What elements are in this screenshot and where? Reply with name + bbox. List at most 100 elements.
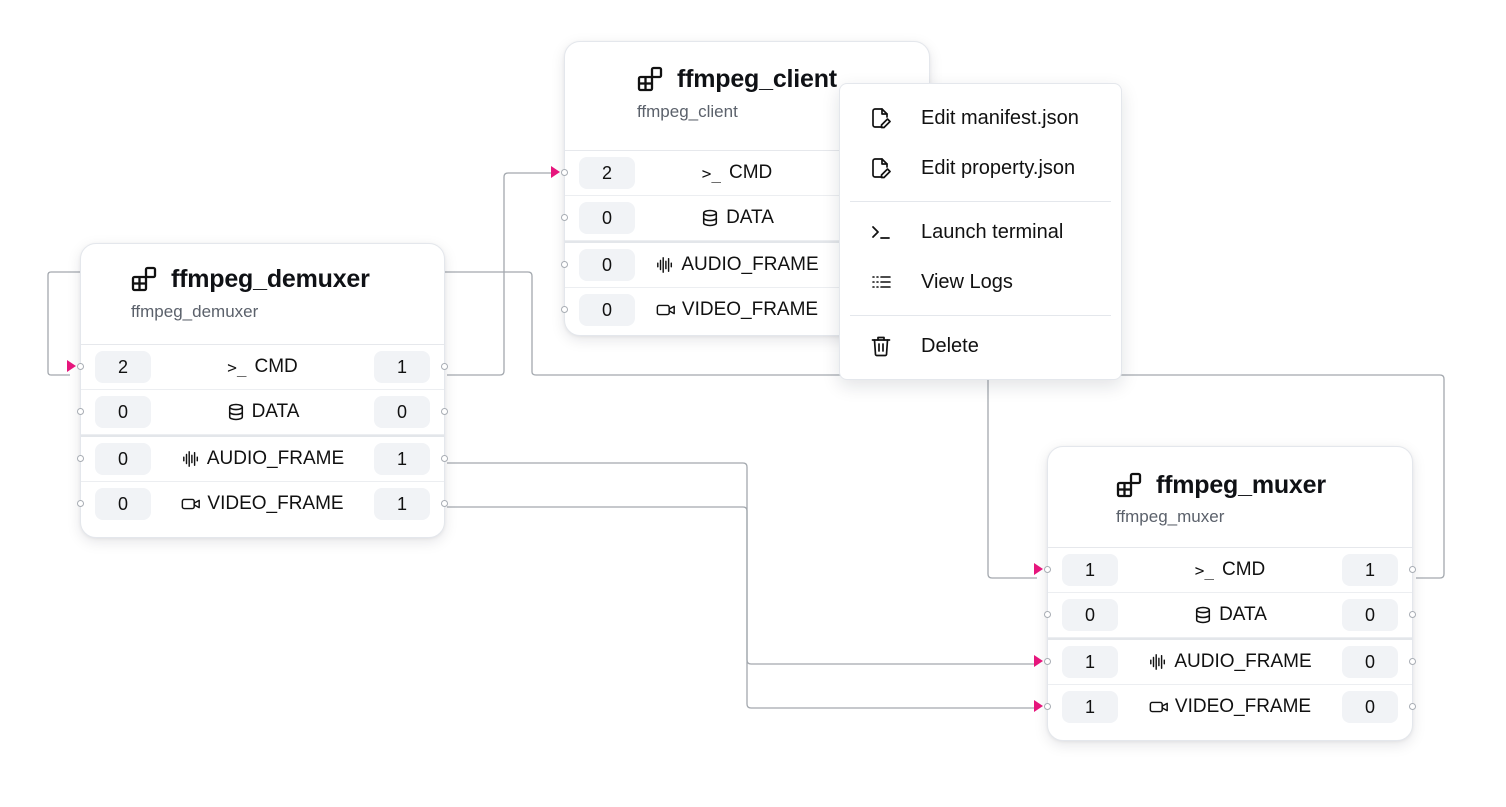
- incoming-arrow: [1034, 563, 1043, 575]
- menu-item-label: Delete: [921, 334, 979, 357]
- input-count: 0: [95, 488, 151, 520]
- incoming-arrow: [1034, 700, 1043, 712]
- extension-icon: [1116, 472, 1142, 498]
- video-camera-icon: [1149, 701, 1168, 713]
- output-port[interactable]: [441, 500, 448, 507]
- row-label: AUDIO_FRAME: [1174, 651, 1312, 672]
- menu-item-label: View Logs: [921, 270, 1013, 293]
- incoming-arrow: [551, 166, 560, 178]
- node-ffmpeg-demuxer[interactable]: ffmpeg_demuxer ffmpeg_demuxer 2 >_ CMD 1…: [67, 243, 448, 538]
- node-title: ffmpeg_demuxer: [171, 264, 370, 293]
- input-port[interactable]: [561, 214, 568, 221]
- output-count: 1: [1342, 554, 1398, 586]
- output-count: 0: [1342, 691, 1398, 723]
- trash-icon: [870, 335, 892, 357]
- input-count: 2: [95, 351, 151, 383]
- edge-demuxer-video-to-muxer-video: [447, 506, 1037, 709]
- incoming-arrow: [67, 360, 76, 372]
- input-count: 0: [95, 396, 151, 428]
- row-label: VIDEO_FRAME: [1174, 696, 1312, 717]
- edge-demuxer-audio-to-muxer-audio: [447, 462, 1037, 665]
- input-port[interactable]: [1044, 566, 1051, 573]
- database-icon: [1195, 606, 1211, 624]
- input-port[interactable]: [77, 455, 84, 462]
- input-port[interactable]: [77, 408, 84, 415]
- output-port[interactable]: [441, 408, 448, 415]
- output-count: 0: [374, 396, 430, 428]
- video-camera-icon: [182, 498, 201, 510]
- extension-icon: [131, 266, 157, 292]
- terminal-icon: >_: [1194, 560, 1214, 580]
- file-edit-icon: [870, 107, 892, 129]
- output-port[interactable]: [1409, 703, 1416, 710]
- output-count: 1: [374, 443, 430, 475]
- node-header[interactable]: ffmpeg_muxer ffmpeg_muxer: [1048, 447, 1412, 548]
- node-subtitle: ffmpeg_demuxer: [131, 302, 259, 321]
- output-port[interactable]: [441, 455, 448, 462]
- port-row-cmd: 1 >_ CMD 1: [1034, 548, 1416, 593]
- input-count: 2: [579, 157, 635, 189]
- input-port[interactable]: [77, 500, 84, 507]
- output-count: 0: [1342, 646, 1398, 678]
- input-count: 0: [579, 202, 635, 234]
- port-row-data: 0 DATA 0: [77, 390, 448, 435]
- file-edit-icon: [870, 157, 892, 179]
- menu-item-edit-property[interactable]: Edit property.json: [840, 145, 1121, 191]
- row-label: CMD: [728, 162, 773, 183]
- row-label: DATA: [251, 401, 300, 422]
- row-label: VIDEO_FRAME: [681, 299, 819, 320]
- input-port[interactable]: [1044, 703, 1051, 710]
- audio-wave-icon: [1150, 654, 1166, 670]
- input-port[interactable]: [561, 306, 568, 313]
- input-port[interactable]: [1044, 611, 1051, 618]
- output-port[interactable]: [441, 363, 448, 370]
- menu-item-view-logs[interactable]: View Logs: [840, 259, 1121, 305]
- input-port[interactable]: [77, 363, 84, 370]
- audio-wave-icon: [182, 451, 198, 467]
- audio-wave-icon: [657, 257, 673, 273]
- node-subtitle: ffmpeg_muxer: [1116, 507, 1225, 526]
- port-row-video-frame: 1 VIDEO_FRAME 0: [1034, 685, 1416, 729]
- output-port[interactable]: [1409, 611, 1416, 618]
- port-row-audio-frame: 0 AUDIO_FRAME 1: [77, 435, 448, 482]
- port-row-video-frame: 0 VIDEO_FRAME 1: [77, 482, 448, 526]
- database-icon: [228, 403, 243, 421]
- node-ffmpeg-muxer[interactable]: ffmpeg_muxer ffmpeg_muxer 1 >_ CMD 1 0 D…: [1034, 446, 1416, 741]
- menu-item-edit-manifest[interactable]: Edit manifest.json: [840, 95, 1121, 141]
- input-port[interactable]: [561, 169, 568, 176]
- terminal-icon: >_: [701, 163, 721, 183]
- row-label: CMD: [254, 356, 298, 377]
- row-label: DATA: [1219, 604, 1267, 625]
- menu-divider: [850, 315, 1111, 316]
- output-count: 0: [1342, 599, 1398, 631]
- menu-item-launch-terminal[interactable]: Launch terminal: [840, 209, 1121, 255]
- row-label: CMD: [1221, 559, 1266, 580]
- terminal-icon: >_: [227, 357, 247, 377]
- menu-item-label: Edit manifest.json: [921, 106, 1079, 129]
- output-port[interactable]: [1409, 658, 1416, 665]
- node-title: ffmpeg_client: [677, 64, 837, 93]
- input-port[interactable]: [1044, 658, 1051, 665]
- input-count: 0: [95, 443, 151, 475]
- menu-divider: [850, 201, 1111, 202]
- input-count: 1: [1062, 691, 1118, 723]
- input-count: 1: [1062, 646, 1118, 678]
- output-port[interactable]: [1409, 566, 1416, 573]
- row-label: VIDEO_FRAME: [207, 493, 344, 514]
- edge-client-to-muxer-cmd: [987, 380, 1037, 579]
- input-count: 1: [1062, 554, 1118, 586]
- incoming-arrow: [1034, 655, 1043, 667]
- output-count: 1: [374, 351, 430, 383]
- output-count: 1: [374, 488, 430, 520]
- node-context-menu: Edit manifest.json Edit property.json La…: [839, 83, 1122, 380]
- menu-item-delete[interactable]: Delete: [840, 323, 1121, 369]
- node-header[interactable]: ffmpeg_demuxer ffmpeg_demuxer: [81, 244, 444, 345]
- port-row-cmd: 2 >_ CMD 1: [67, 345, 448, 390]
- port-row-data: 0 DATA 0: [1044, 593, 1416, 638]
- input-port[interactable]: [561, 261, 568, 268]
- database-icon: [702, 209, 718, 227]
- port-row-audio-frame: 1 AUDIO_FRAME 0: [1034, 638, 1416, 685]
- row-label: DATA: [726, 207, 774, 228]
- row-label: AUDIO_FRAME: [206, 448, 345, 469]
- row-label: AUDIO_FRAME: [681, 254, 819, 275]
